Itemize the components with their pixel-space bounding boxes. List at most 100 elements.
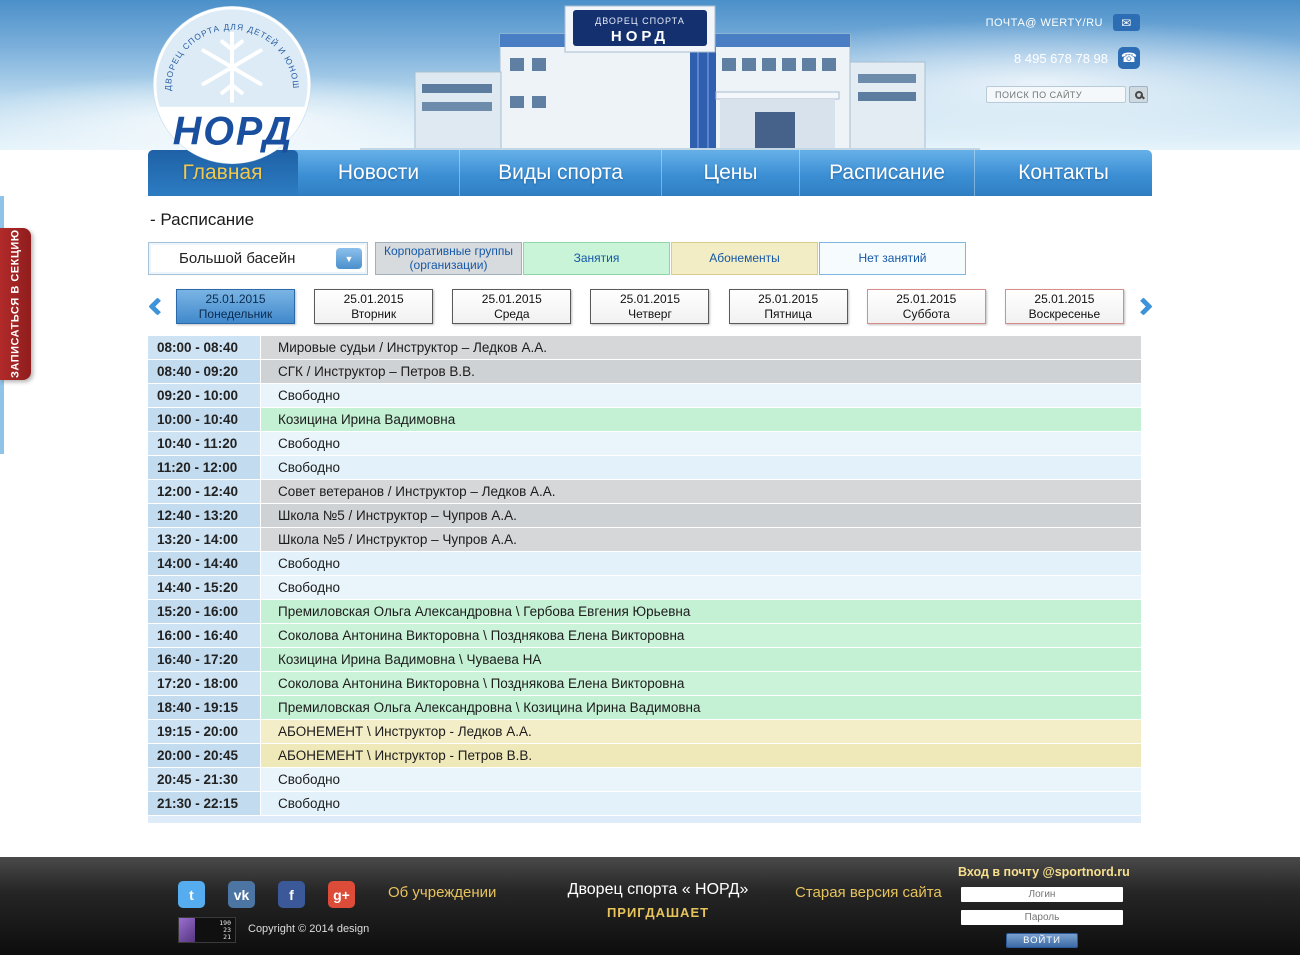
slot-cell[interactable]: АБОНЕМЕНТ \ Инструктор - Ледков А.А. <box>261 720 1141 743</box>
time-cell: 20:45 - 21:30 <box>148 768 260 791</box>
table-row: 13:20 - 14:00 Школа №5 / Инструктор – Чуп… <box>148 528 1141 551</box>
login-button[interactable]: ВОЙТИ <box>1006 933 1078 948</box>
days-row: 25.01.2015 Понедельник 25.01.2015 Вторник 25… <box>147 289 1153 324</box>
table-row: 16:00 - 16:40 Соколова Антонина Викторовн… <box>148 624 1141 647</box>
about-link[interactable]: Об учреждении <box>388 884 496 901</box>
time-cell: 10:00 - 10:40 <box>148 408 260 431</box>
table-row: 15:20 - 16:00 Премиловская Ольга Александ… <box>148 600 1141 623</box>
slot-cell[interactable]: Свободно <box>261 456 1141 479</box>
nord-logo[interactable]: ДВОРЕЦ СПОРТА ДЛЯ ДЕТЕЙ И ЮНОШЕСТВА НОРД <box>148 2 316 170</box>
header-email-row: ПОЧТА@ WERTY/RU ✉ <box>986 14 1140 31</box>
day-tab-0[interactable]: 25.01.2015 Понедельник <box>176 289 295 324</box>
slot-cell[interactable]: Премиловская Ольга Александровна \ Гербо… <box>261 600 1141 623</box>
day-tab-name: Суббота <box>902 307 950 321</box>
slot-cell[interactable]: Свободно <box>261 576 1141 599</box>
slot-cell[interactable]: Премиловская Ольга Александровна \ Козиц… <box>261 696 1141 719</box>
search-icon <box>1134 90 1143 99</box>
slot-cell[interactable]: Свободно <box>261 432 1141 455</box>
day-tab-date: 25.01.2015 <box>896 291 957 306</box>
legend-abonement[interactable]: Абонементы <box>671 242 818 275</box>
table-row: 12:40 - 13:20 Школа №5 / Инструктор – Чуп… <box>148 504 1141 527</box>
signup-section-tab[interactable]: ЗАПИСАТЬСЯ В СЕКЦИЮ <box>0 228 31 380</box>
day-tab-date: 25.01.2015 <box>205 291 266 306</box>
time-cell: 14:40 - 15:20 <box>148 576 260 599</box>
time-cell: 10:40 - 11:20 <box>148 432 260 455</box>
legend-lesson[interactable]: Занятия <box>523 242 670 275</box>
header: ДВОРЕЦ СПОРТА НОРД ДВОРЕЦ СПОРТА ДЛЯ ДЕТ… <box>0 0 1300 165</box>
day-tab-2[interactable]: 25.01.2015 Среда <box>452 289 572 324</box>
day-tab-name: Понедельник <box>198 307 273 321</box>
day-tab-name: Вторник <box>351 307 397 321</box>
slot-cell[interactable]: АБОНЕМЕНТ \ Инструктор - Петров В.В. <box>261 744 1141 767</box>
chevron-right-icon <box>1133 297 1153 316</box>
old-version-link[interactable]: Старая версия сайта <box>795 884 942 901</box>
slot-cell[interactable]: Соколова Антонина Викторовна \ Поздняков… <box>261 624 1141 647</box>
building-sign-line2: НОРД <box>611 28 669 45</box>
slot-cell[interactable]: Козицина Ирина Вадимовна \ Чуваева НА <box>261 648 1141 671</box>
phone-icon: ☎ <box>1118 47 1140 69</box>
time-cell: 13:20 - 14:00 <box>148 528 260 551</box>
nav-item-2[interactable]: Виды спорта <box>460 150 662 196</box>
day-tab-3[interactable]: 25.01.2015 Четверг <box>590 289 710 324</box>
vk-icon[interactable]: vk <box>228 881 255 908</box>
pool-select[interactable]: Большой басейн ▼ <box>148 242 368 275</box>
time-cell: 18:40 - 19:15 <box>148 696 260 719</box>
nav-item-4[interactable]: Расписание <box>800 150 975 196</box>
mail-login: Вход в почту @sportnord.ru ВОЙТИ <box>958 865 1130 948</box>
slot-cell[interactable]: Школа №5 / Инструктор – Чупров А.А. <box>261 528 1141 551</box>
twitter-icon[interactable]: t <box>178 881 205 908</box>
nav-item-1[interactable]: Новости <box>298 150 460 196</box>
day-tab-6[interactable]: 25.01.2015 Воскресенье <box>1004 289 1124 324</box>
table-row: 14:00 - 14:40 Свободно <box>148 552 1141 575</box>
social-links: t vk f g+ <box>178 881 355 908</box>
time-cell: 16:00 - 16:40 <box>148 624 260 647</box>
time-cell: 21:30 - 22:15 <box>148 792 260 815</box>
slot-cell[interactable]: Свободно <box>261 792 1141 815</box>
slot-cell[interactable]: СГК / Инструктор – Петров В.В. <box>261 360 1141 383</box>
slot-cell[interactable]: Совет ветеранов / Инструктор – Ледков А.… <box>261 480 1141 503</box>
nav-item-5[interactable]: Контакты <box>975 150 1152 196</box>
day-tab-date: 25.01.2015 <box>619 291 680 306</box>
counter-numbers: 190 23 21 <box>195 918 235 942</box>
login-field[interactable] <box>961 887 1123 902</box>
slot-cell[interactable]: Мировые судьи / Инструктор – Ледков А.А. <box>261 336 1141 359</box>
day-tab-4[interactable]: 25.01.2015 Пятница <box>728 289 848 324</box>
password-field[interactable] <box>961 910 1123 925</box>
time-cell: 19:15 - 20:00 <box>148 720 260 743</box>
slot-cell[interactable]: Козицина Ирина Вадимовна <box>261 408 1141 431</box>
visit-counter: 190 23 21 <box>178 917 236 943</box>
table-row: 10:40 - 11:20 Свободно <box>148 432 1141 455</box>
time-cell: 15:20 - 16:00 <box>148 600 260 623</box>
search-button[interactable] <box>1129 86 1148 103</box>
time-cell: 08:00 - 08:40 <box>148 336 260 359</box>
mail-icon[interactable]: ✉ <box>1113 14 1140 31</box>
time-cell: 16:40 - 17:20 <box>148 648 260 671</box>
slot-cell[interactable]: Свободно <box>261 384 1141 407</box>
legend-free[interactable]: Нет занятий <box>819 242 966 275</box>
facebook-icon[interactable]: f <box>278 881 305 908</box>
slot-cell[interactable]: Соколова Антонина Викторовна \ Поздняков… <box>261 672 1141 695</box>
logo-title: НОРД <box>173 109 294 153</box>
counter-icon <box>179 918 195 942</box>
day-tab-name: Воскресенье <box>1028 307 1101 321</box>
day-tab-1[interactable]: 25.01.2015 Вторник <box>314 289 434 324</box>
prev-day-arrow[interactable] <box>147 297 167 316</box>
table-row: 16:40 - 17:20 Козицина Ирина Вадимовна \ … <box>148 648 1141 671</box>
next-day-arrow[interactable] <box>1133 297 1153 316</box>
day-tab-5[interactable]: 25.01.2015 Суббота <box>866 289 986 324</box>
chevron-down-icon[interactable]: ▼ <box>336 248 362 269</box>
google-plus-icon[interactable]: g+ <box>328 881 355 908</box>
day-tab-date: 25.01.2015 <box>758 291 819 306</box>
legend-corporate[interactable]: Корпоративные группы (организации) <box>375 242 522 275</box>
time-cell: 11:20 - 12:00 <box>148 456 260 479</box>
nav-item-3[interactable]: Цены <box>662 150 800 196</box>
search-input[interactable] <box>986 86 1126 103</box>
slot-cell[interactable]: Школа №5 / Инструктор – Чупров А.А. <box>261 504 1141 527</box>
slot-cell[interactable]: Свободно <box>261 768 1141 791</box>
day-tab-date: 25.01.2015 <box>343 291 404 306</box>
day-tab-date: 25.01.2015 <box>481 291 542 306</box>
footer-palace-title: Дворец спорта « НОРД» <box>567 881 749 898</box>
email-text[interactable]: ПОЧТА@ WERTY/RU <box>986 17 1103 29</box>
day-tab-name: Среда <box>494 307 530 321</box>
slot-cell[interactable]: Свободно <box>261 552 1141 575</box>
